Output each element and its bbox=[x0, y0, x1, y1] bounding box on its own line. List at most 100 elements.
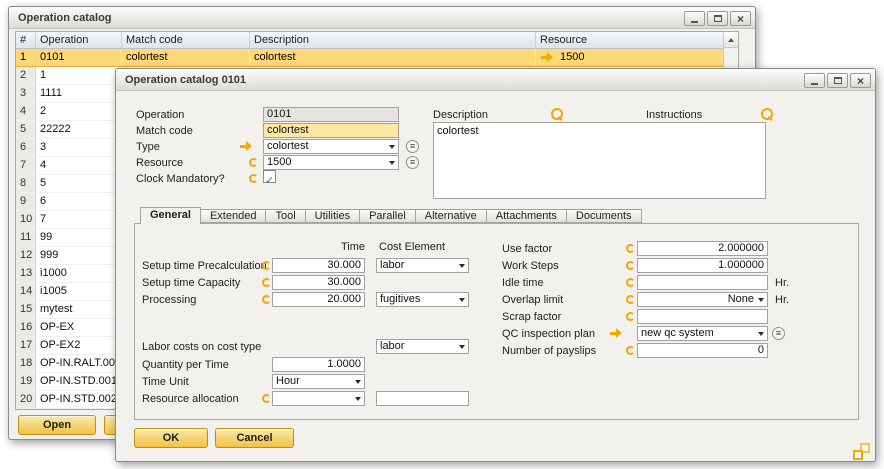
description-textarea[interactable]: colortest bbox=[433, 122, 766, 199]
header-description[interactable]: Description bbox=[250, 32, 536, 49]
dialog-window-controls: × bbox=[804, 73, 871, 88]
cancel-button[interactable]: Cancel bbox=[215, 428, 294, 448]
resource-value: 1500 bbox=[560, 51, 584, 63]
tab[interactable]: General bbox=[140, 207, 201, 224]
description-cell: colortest bbox=[250, 49, 536, 67]
dropdown-caret-icon bbox=[459, 264, 465, 268]
tab[interactable]: Extended bbox=[200, 209, 266, 223]
row-number-cell: 19 bbox=[16, 373, 36, 391]
resource-allocation-label: Resource allocation bbox=[142, 392, 239, 407]
maximize-button[interactable] bbox=[827, 73, 848, 88]
operation-cell: 1111 bbox=[36, 85, 122, 103]
setup-capacity-time-field[interactable]: 30.000 bbox=[272, 275, 365, 290]
header-row-number[interactable]: # bbox=[16, 32, 36, 49]
row-number-cell: 12 bbox=[16, 247, 36, 265]
close-icon: × bbox=[737, 13, 744, 25]
operation-cell: 2 bbox=[36, 103, 122, 121]
row-number-cell: 11 bbox=[16, 229, 36, 247]
type-combo[interactable]: colortest bbox=[263, 139, 399, 154]
row-number-cell: 2 bbox=[16, 67, 36, 85]
labor-costs-combo[interactable]: labor bbox=[376, 339, 469, 354]
operation-cell: 7 bbox=[36, 211, 122, 229]
setup-precalc-time-field[interactable]: 30.000 bbox=[272, 258, 365, 273]
valid-values-icon[interactable]: ≡ bbox=[406, 140, 419, 153]
cost-element-value: fugitives bbox=[380, 293, 455, 306]
tab[interactable]: Alternative bbox=[415, 209, 487, 223]
minimize-button[interactable] bbox=[804, 73, 825, 88]
choose-from-list-icon bbox=[262, 261, 271, 270]
catalog-titlebar[interactable]: Operation catalog × bbox=[9, 7, 755, 29]
magnifier-icon[interactable] bbox=[550, 107, 563, 120]
minimize-button[interactable] bbox=[684, 11, 705, 26]
scroll-up-button[interactable] bbox=[724, 32, 738, 48]
tab[interactable]: Utilities bbox=[305, 209, 360, 223]
clock-mandatory-label: Clock Mandatory? bbox=[136, 172, 225, 187]
quantity-per-time-field[interactable]: 1.0000 bbox=[272, 357, 365, 372]
dropdown-caret-icon bbox=[459, 345, 465, 349]
tab[interactable]: Attachments bbox=[486, 209, 567, 223]
idle-time-field[interactable] bbox=[637, 275, 768, 290]
header-operation[interactable]: Operation bbox=[36, 32, 122, 49]
match-code-field[interactable]: colortest bbox=[263, 123, 399, 138]
row-number-cell: 18 bbox=[16, 355, 36, 373]
overlap-limit-combo[interactable]: None bbox=[637, 292, 768, 307]
choose-from-list-icon bbox=[249, 174, 258, 183]
cost-element-value: labor bbox=[380, 259, 455, 272]
dialog-titlebar[interactable]: Operation catalog 0101 × bbox=[116, 69, 875, 91]
close-button[interactable]: × bbox=[850, 73, 871, 88]
choose-from-list-icon bbox=[626, 346, 635, 355]
valid-values-icon[interactable]: ≡ bbox=[406, 156, 419, 169]
table-row[interactable]: 1 0101 colortest colortest 1500 bbox=[16, 49, 723, 67]
header-resource[interactable]: Resource bbox=[536, 32, 723, 49]
setup-precalc-cost-combo[interactable]: labor bbox=[376, 258, 469, 273]
clock-mandatory-checkbox[interactable]: ✓ bbox=[263, 170, 276, 183]
row-number-cell: 14 bbox=[16, 283, 36, 301]
operation-cell: 0101 bbox=[36, 49, 122, 67]
scrap-factor-field[interactable] bbox=[637, 309, 768, 324]
labor-costs-value: labor bbox=[380, 340, 455, 353]
catalog-window-title: Operation catalog bbox=[18, 7, 112, 29]
link-arrow-icon[interactable] bbox=[239, 141, 253, 152]
row-number-cell: 10 bbox=[16, 211, 36, 229]
quantity-per-time-label: Quantity per Time bbox=[142, 358, 229, 373]
payslips-field[interactable]: 0 bbox=[637, 343, 768, 358]
resource-allocation-extra-field[interactable] bbox=[376, 391, 469, 406]
magnifier-icon[interactable] bbox=[760, 107, 773, 120]
valid-values-icon[interactable]: ≡ bbox=[772, 327, 785, 340]
operation-cell: 22222 bbox=[36, 121, 122, 139]
row-number-cell: 8 bbox=[16, 175, 36, 193]
time-column-header: Time bbox=[272, 240, 365, 255]
tab[interactable]: Parallel bbox=[359, 209, 416, 223]
time-unit-combo[interactable]: Hour bbox=[272, 374, 365, 389]
processing-cost-combo[interactable]: fugitives bbox=[376, 292, 469, 307]
processing-time-field[interactable]: 20.000 bbox=[272, 292, 365, 307]
link-arrow-icon[interactable] bbox=[609, 328, 623, 339]
open-button[interactable]: Open bbox=[18, 415, 96, 435]
ok-button[interactable]: OK bbox=[134, 428, 208, 448]
maximize-button[interactable] bbox=[707, 11, 728, 26]
choose-from-list-icon bbox=[626, 244, 635, 253]
resize-grip-icon[interactable] bbox=[853, 443, 871, 461]
header-match-code[interactable]: Match code bbox=[122, 32, 250, 49]
dropdown-caret-icon bbox=[459, 298, 465, 302]
link-arrow-icon[interactable] bbox=[540, 52, 554, 63]
idle-time-label: Idle time bbox=[502, 276, 544, 291]
work-steps-label: Work Steps bbox=[502, 259, 559, 274]
resource-combo[interactable]: 1500 bbox=[263, 155, 399, 170]
row-number-cell: 15 bbox=[16, 301, 36, 319]
qc-inspection-plan-combo[interactable]: new qc system bbox=[637, 326, 768, 341]
use-factor-field[interactable]: 2.000000 bbox=[637, 241, 768, 256]
tab[interactable]: Tool bbox=[265, 209, 305, 223]
choose-from-list-icon bbox=[626, 295, 635, 304]
work-steps-field[interactable]: 1.000000 bbox=[637, 258, 768, 273]
close-button[interactable]: × bbox=[730, 11, 751, 26]
operation-cell: 1 bbox=[36, 67, 122, 85]
dropdown-caret-icon bbox=[389, 161, 395, 165]
operation-cell: i1005 bbox=[36, 283, 122, 301]
resource-label: Resource bbox=[136, 156, 183, 171]
choose-from-list-icon bbox=[262, 394, 271, 403]
overlap-limit-value: None bbox=[641, 293, 754, 306]
resource-allocation-combo[interactable] bbox=[272, 391, 365, 406]
row-number-cell: 6 bbox=[16, 139, 36, 157]
tab[interactable]: Documents bbox=[566, 209, 642, 223]
